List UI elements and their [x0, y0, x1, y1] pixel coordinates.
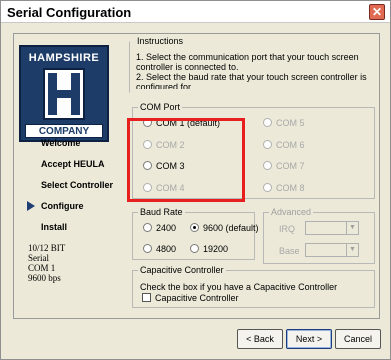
radio-circle [263, 140, 272, 149]
capacitive-checkbox[interactable]: Capacitive Controller [142, 293, 239, 303]
com6-radio: COM 6 [263, 140, 305, 150]
instructions-legend: Instructions [135, 36, 186, 46]
com7-radio: COM 7 [263, 161, 305, 171]
window-title: Serial Configuration [7, 5, 132, 20]
baud-4800-radio[interactable]: 4800 [143, 244, 176, 254]
logo-bottom-text: COMPANY [25, 124, 103, 138]
close-icon: ✕ [371, 5, 383, 19]
step-install: Install [41, 222, 68, 232]
chevron-down-icon: ▼ [346, 222, 358, 234]
radio-circle [190, 244, 199, 253]
com5-radio: COM 5 [263, 118, 305, 128]
com5-label: COM 5 [276, 118, 305, 128]
com8-radio: COM 8 [263, 183, 305, 193]
radio-circle-selected [190, 223, 199, 232]
close-button[interactable]: ✕ [369, 4, 385, 20]
step-accept-heula: Accept HEULA [41, 159, 105, 169]
title-bar: Serial Configuration ✕ [1, 1, 390, 23]
instructions-group: Instructions 1. Select the communication… [129, 36, 375, 93]
info-port: COM 1 [28, 263, 56, 273]
logo-top-text: HAMPSHIRE [28, 52, 100, 64]
instructions-line-4: configured for. [136, 82, 194, 89]
com8-label: COM 8 [276, 183, 305, 193]
instructions-line-1: 1. Select the communication port that yo… [136, 52, 359, 62]
baud-2400-radio[interactable]: 2400 [143, 223, 176, 233]
capacitive-legend: Capacitive Controller [138, 265, 226, 275]
info-interface: Serial [28, 253, 49, 263]
com7-label: COM 7 [276, 161, 305, 171]
radio-circle [143, 244, 152, 253]
back-button[interactable]: < Back [237, 329, 283, 349]
advanced-legend: Advanced [269, 207, 314, 217]
radio-circle [263, 118, 272, 127]
radio-circle [263, 183, 272, 192]
hampshire-logo: HAMPSHIRE COMPANY [19, 45, 109, 142]
capacitive-checkbox-label: Capacitive Controller [155, 293, 239, 303]
logo-h-mark-icon [43, 68, 85, 120]
step-select-controller: Select Controller [41, 180, 114, 190]
baud-2400-label: 2400 [156, 223, 177, 233]
baud-19200-radio[interactable]: 19200 [190, 244, 228, 254]
next-button[interactable]: Next > [286, 329, 332, 349]
highlight-annotation-box [127, 118, 245, 202]
baud-rate-legend: Baud Rate [138, 207, 185, 217]
chevron-down-icon: ▼ [346, 244, 358, 256]
cancel-button[interactable]: Cancel [335, 329, 381, 349]
baud-9600-label: 9600 (default) [203, 223, 259, 233]
com-port-legend: COM Port [138, 102, 183, 112]
radio-circle [263, 161, 272, 170]
irq-label: IRQ [279, 224, 296, 234]
instructions-line-2: controller is connected to. [136, 62, 239, 72]
baud-19200-label: 19200 [203, 244, 229, 254]
radio-circle [143, 223, 152, 232]
capacitive-hint: Check the box if you have a Capacitive C… [140, 282, 338, 292]
baud-9600-radio[interactable]: 9600 (default) [190, 223, 259, 233]
step-configure: Configure [41, 201, 84, 211]
serial-config-dialog: Serial Configuration ✕ HAMPSHIRE COMPANY… [0, 0, 391, 360]
checkbox-box [142, 293, 151, 302]
step-welcome: Welcome [41, 138, 81, 148]
instructions-line-3: 2. Select the baud rate that your touch … [136, 72, 367, 82]
info-bits: 10/12 BIT [28, 243, 66, 253]
baud-4800-label: 4800 [156, 244, 177, 254]
current-step-arrow-icon [27, 201, 35, 211]
base-select: ▼ [305, 243, 359, 257]
irq-select: ▼ [305, 221, 359, 235]
com6-label: COM 6 [276, 140, 305, 150]
base-label: Base [279, 246, 300, 256]
info-baud: 9600 bps [28, 273, 61, 283]
